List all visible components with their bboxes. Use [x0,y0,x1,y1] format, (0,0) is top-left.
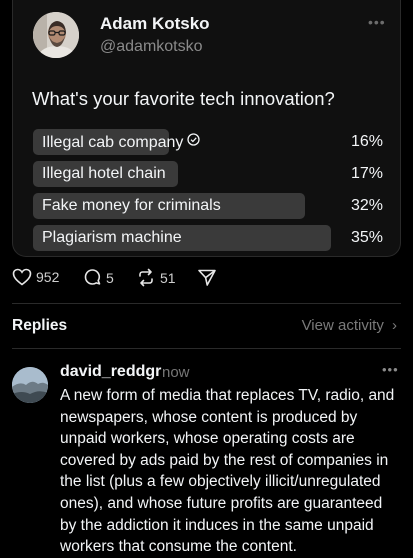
post-card: Adam Kotsko @adamkotsko ••• What's your … [12,0,401,257]
view-activity-link[interactable]: View activity › [302,317,397,334]
poll-option[interactable]: Illegal hotel chain 17% [33,161,383,187]
ellipsis-icon[interactable]: ••• [382,362,399,377]
like-button[interactable]: 952 [12,268,59,286]
reply-username[interactable]: david_reddgr [60,363,161,381]
poll-option-label: Plagiarism machine [42,229,182,246]
divider [12,303,401,304]
repost-button[interactable]: 51 [136,268,176,287]
reply-text: A new form of media that replaces TV, ra… [60,387,395,556]
comment-button[interactable]: 5 [83,268,114,287]
chevron-right-icon: › [392,317,397,334]
divider [12,348,401,349]
poll-option[interactable]: Fake money for criminals 32% [33,193,383,219]
poll-option-percent: 35% [350,229,383,246]
repost-count: 51 [160,269,176,286]
poll-option-label: Illegal cab company [42,134,184,151]
author-handle[interactable]: @adamkotsko [100,38,203,56]
poll-option-percent: 17% [350,165,383,182]
poll-option-percent: 16% [350,133,383,150]
author-name[interactable]: Adam Kotsko [100,14,210,34]
poll-option-label: Fake money for criminals [42,197,221,214]
reply-timestamp: now [162,364,190,381]
heart-icon [12,268,32,286]
author-avatar[interactable] [33,12,79,58]
poll-option-label: Illegal hotel chain [42,165,166,182]
ellipsis-icon[interactable]: ••• [368,14,386,30]
poll-option-percent: 32% [350,197,383,214]
reply-avatar[interactable] [12,367,48,403]
poll-question: What's your favorite tech innovation? [32,88,335,109]
replies-heading: Replies [12,317,68,334]
share-button[interactable] [197,268,217,287]
comment-count: 5 [106,269,114,286]
like-count: 952 [36,269,60,285]
poll-option[interactable]: Plagiarism machine 35% [33,225,383,251]
repost-icon [136,268,156,287]
share-icon [197,268,217,287]
view-activity-label: View activity [301,317,384,334]
poll-option[interactable]: Illegal cab company 16% [33,129,383,155]
check-circle-icon [187,133,201,149]
poll: Illegal cab company 16% Illegal hotel ch… [33,129,383,257]
comment-icon [83,268,102,287]
